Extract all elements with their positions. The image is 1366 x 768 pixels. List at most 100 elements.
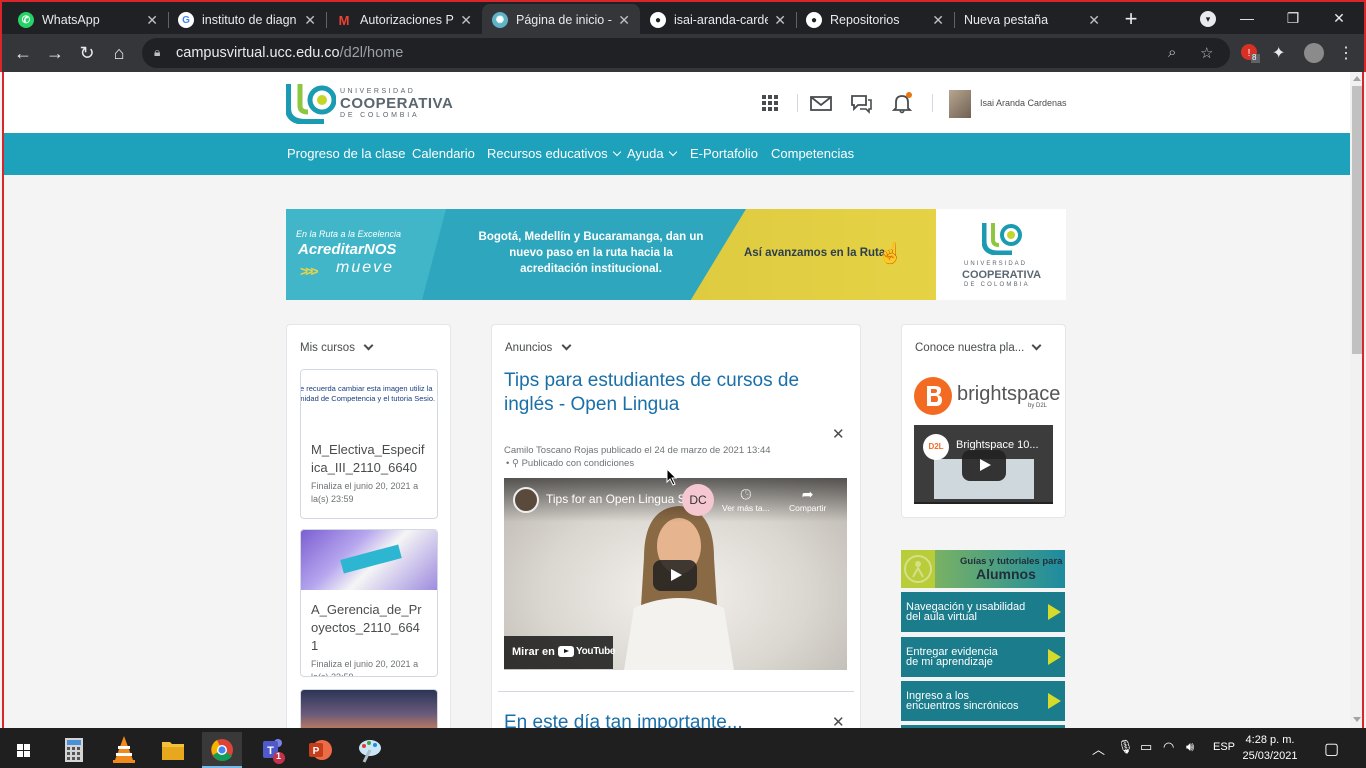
scroll-up-arrow[interactable] <box>1353 76 1361 81</box>
extension-icon[interactable]: ! 8 <box>1240 43 1260 63</box>
ucc-logo[interactable]: UNIVERSIDAD COOPERATIVA DE COLOMBIA <box>286 82 453 124</box>
channel-avatar[interactable] <box>513 487 539 513</box>
taskbar-paint[interactable] <box>350 732 390 768</box>
course-card[interactable] <box>300 689 438 728</box>
microphone-icon[interactable]: 🎙︎ <box>1117 739 1134 755</box>
nav-ayuda[interactable]: Ayuda <box>627 146 677 161</box>
extensions-puzzle-icon[interactable]: ✦ <box>1272 43 1292 63</box>
close-icon[interactable]: ✕ <box>460 12 472 29</box>
close-icon[interactable]: ✕ <box>1088 12 1100 29</box>
brightspace-video-embed[interactable]: D2L Brightspace 10... <box>914 425 1053 504</box>
teams-badge: 1 <box>276 751 282 761</box>
notification-center-icon[interactable]: ▢ <box>1324 739 1339 759</box>
wifi-icon[interactable]: ◠ <box>1163 739 1174 755</box>
close-icon[interactable]: ✕ <box>774 12 786 29</box>
minimize-button[interactable]: — <box>1224 4 1270 34</box>
teams-icon: T <box>263 739 285 764</box>
tab-new[interactable]: Nueva pestaña ✕ <box>954 4 1110 36</box>
back-button[interactable]: ← <box>12 42 34 64</box>
svg-text:P: P <box>313 746 320 757</box>
volume-icon[interactable]: 🔊︎ <box>1186 739 1194 755</box>
input-language[interactable]: ESP <box>1213 741 1235 753</box>
tab-github-repo[interactable]: ● isai-aranda-carde ✕ <box>640 4 796 36</box>
play-button[interactable] <box>962 450 1006 481</box>
taskbar-teams[interactable]: T 1 <box>252 732 292 768</box>
guide-label-line2: del aula virtual <box>906 611 977 623</box>
youtube-embed[interactable]: Tips for an Open Lingua St DC 🕒︎Ver más … <box>504 478 847 670</box>
guide-evidence[interactable]: Entregar evidencia de mi aprendizaje <box>901 637 1065 677</box>
close-icon[interactable]: ✕ <box>304 12 316 29</box>
profile-avatar[interactable] <box>1304 43 1324 63</box>
dismiss-close-icon[interactable]: ✕ <box>832 713 845 728</box>
scroll-down-arrow[interactable] <box>1353 717 1361 722</box>
windows-logo-icon <box>17 744 30 757</box>
reload-button[interactable]: ↻ <box>76 42 98 64</box>
tab-github-repositories[interactable]: ● Repositorios ✕ <box>796 4 954 36</box>
tab-search-icon[interactable]: ▾ <box>1200 11 1216 27</box>
message-alerts-button[interactable] <box>809 92 833 114</box>
logo-line3: DE COLOMBIA <box>340 112 420 119</box>
scrollbar-thumb[interactable] <box>1352 86 1362 354</box>
announcement-title[interactable]: Tips para estudiantes de cursos de inglé… <box>504 369 834 417</box>
close-icon[interactable]: ✕ <box>932 12 944 29</box>
new-tab-button[interactable]: + <box>1120 8 1142 30</box>
share-button[interactable]: ➦ Compartir <box>789 486 826 513</box>
course-card[interactable]: A_Gerencia_de_Proyectos_2110_6641 Finali… <box>300 529 438 677</box>
taskbar-calculator[interactable] <box>54 732 94 768</box>
home-button[interactable]: ⌂ <box>108 42 130 64</box>
tab-gmail[interactable]: M Autorizaciones Po ✕ <box>326 4 482 36</box>
browser-tab-bar: ✆ WhatsApp ✕ G instituto de diagn ✕ M Au… <box>0 0 1366 36</box>
close-icon[interactable]: ✕ <box>618 12 630 29</box>
url-text[interactable]: campusvirtual.ucc.edu.co/d2l/home <box>176 45 403 61</box>
play-button[interactable] <box>653 560 697 591</box>
chevron-down-icon[interactable] <box>363 340 374 351</box>
course-card[interactable]: Se recuerda cambiar esta imagen utiliz l… <box>300 369 438 519</box>
nav-competencias[interactable]: Competencias <box>771 146 854 161</box>
github-icon: ● <box>806 12 822 28</box>
tab-brightspace-home[interactable]: ✺ Página de inicio - ✕ <box>482 4 640 36</box>
close-icon[interactable]: ✕ <box>146 12 158 29</box>
accreditation-banner[interactable]: UNIVERSIDAD COOPERATIVA DE COLOMBIA En l… <box>286 209 1066 300</box>
chevron-down-icon[interactable] <box>561 340 572 351</box>
tab-whatsapp[interactable]: ✆ WhatsApp ✕ <box>8 4 168 36</box>
google-icon: G <box>178 12 194 28</box>
nav-progreso[interactable]: Progreso de la clase <box>287 146 406 161</box>
clock-icon: 🕒︎ <box>740 486 752 502</box>
taskbar-powerpoint[interactable]: P <box>300 732 340 768</box>
taskbar-file-explorer[interactable] <box>153 732 193 768</box>
subscription-alerts-button[interactable] <box>849 92 873 114</box>
guide-navigation[interactable]: Navegación y usabilidad del aula virtual <box>901 592 1065 632</box>
taskbar-chrome[interactable] <box>202 732 242 768</box>
username[interactable]: Isai Aranda Cardenas <box>980 98 1067 108</box>
menu-kebab-icon[interactable]: ⋮ <box>1336 43 1356 63</box>
zoom-search-icon[interactable]: ⌕ <box>1168 44 1176 61</box>
user-avatar[interactable] <box>949 90 971 118</box>
close-window-button[interactable]: ✕ <box>1316 4 1362 34</box>
nav-e-portafolio[interactable]: E-Portafolio <box>690 146 758 161</box>
lock-icon[interactable]: 🔒︎ <box>154 45 166 59</box>
taskbar-vlc[interactable] <box>104 732 144 768</box>
start-button[interactable] <box>4 732 44 768</box>
maximize-button[interactable]: ❐ <box>1270 4 1316 34</box>
nav-calendario[interactable]: Calendario <box>412 146 475 161</box>
watch-on-youtube-button[interactable]: Mirar en YouTube <box>504 636 616 669</box>
battery-icon[interactable]: ▭ <box>1140 739 1152 755</box>
announcement-title[interactable]: En este día tan importante... <box>504 711 834 728</box>
update-alerts-button[interactable] <box>890 92 914 114</box>
video-title[interactable]: Tips for an Open Lingua St <box>546 492 689 506</box>
forward-button[interactable]: → <box>44 42 66 64</box>
watch-later-button[interactable]: 🕒︎ Ver más ta... <box>722 486 770 513</box>
taskbar-clock[interactable]: 4:28 p. m. 25/03/2021 <box>1240 732 1300 764</box>
dismiss-close-icon[interactable]: ✕ <box>832 425 845 443</box>
address-bar[interactable]: 🔒︎ campusvirtual.ucc.edu.co/d2l/home ⌕ ☆ <box>142 38 1230 68</box>
course-end-date: Finaliza el junio 20, 2021 a la(s) 23:59 <box>311 481 419 504</box>
course-selector-grid-icon[interactable] <box>759 92 783 114</box>
arrow-right-icon <box>1048 649 1061 665</box>
tray-expand-chevron-icon[interactable]: ︿ <box>1092 739 1105 758</box>
page-scrollbar[interactable] <box>1350 72 1364 728</box>
nav-recursos-educativos[interactable]: Recursos educativos <box>487 146 621 161</box>
tab-google[interactable]: G instituto de diagn ✕ <box>168 4 326 36</box>
chevron-down-icon[interactable] <box>1031 340 1042 351</box>
bookmark-star-icon[interactable]: ☆ <box>1200 44 1213 62</box>
guide-sync-meetings[interactable]: Ingreso a los encuentros sincrónicos <box>901 681 1065 721</box>
